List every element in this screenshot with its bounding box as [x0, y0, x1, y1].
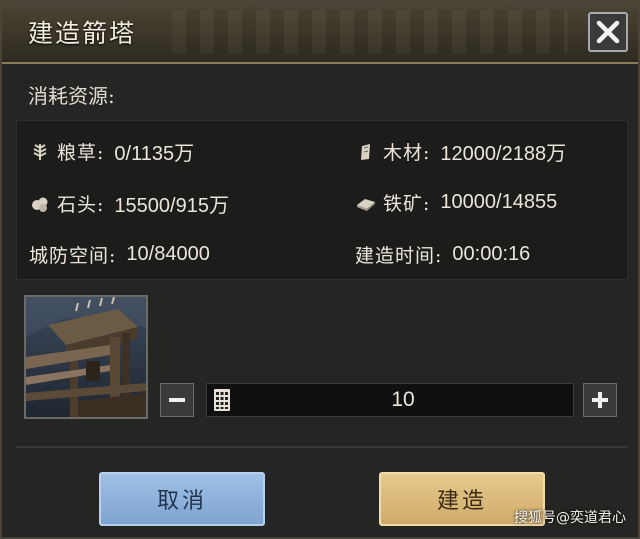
- cancel-button[interactable]: 取消: [99, 472, 265, 526]
- decrease-button[interactable]: [160, 383, 194, 417]
- resource-value: 15500/915万: [114, 195, 229, 217]
- watermark: 搜狐号@奕道君心: [514, 510, 626, 526]
- plus-icon: [592, 392, 608, 408]
- close-button[interactable]: [588, 12, 628, 52]
- quantity-input[interactable]: 10: [206, 383, 574, 417]
- close-icon: [596, 20, 620, 44]
- increase-button[interactable]: [583, 383, 617, 417]
- title-bar: 建造箭塔: [2, 2, 638, 64]
- build-arrow-tower-dialog: 建造箭塔 消耗资源: 粮草: 0/1135万 木材: 12000/2188万 石…: [0, 0, 640, 539]
- stone-icon: [29, 193, 51, 215]
- build-time-value: 00:00:16: [452, 243, 531, 265]
- resource-stone: 石头: 15500/915万: [29, 189, 229, 218]
- resource-label: 铁矿:: [383, 193, 431, 215]
- resource-label: 木材:: [383, 142, 431, 164]
- resource-iron: 铁矿: 10000/14855: [355, 189, 557, 216]
- resource-value: 10000/14855: [440, 191, 558, 213]
- wood-icon: [355, 141, 377, 163]
- resource-label: 石头:: [57, 194, 105, 216]
- build-time-label: 建造时间:: [355, 245, 443, 267]
- quantity-value: 10: [391, 388, 415, 411]
- resource-panel: 粮草: 0/1135万 木材: 12000/2188万 石头: 15500/91…: [16, 120, 628, 280]
- iron-icon: [355, 192, 377, 214]
- defense-space-value: 10/84000: [126, 243, 210, 265]
- divider: [16, 446, 628, 448]
- defense-space: 城防空间: 10/84000: [29, 241, 210, 268]
- defense-space-label: 城防空间:: [29, 245, 117, 267]
- calculator-icon: [214, 389, 230, 411]
- resource-value: 0/1135万: [114, 143, 195, 165]
- grain-icon: [29, 141, 51, 163]
- resource-label: 粮草:: [57, 142, 105, 164]
- arrow-tower-image: [24, 295, 148, 419]
- dialog-title: 建造箭塔: [28, 19, 137, 48]
- minus-icon: [169, 398, 185, 402]
- build-time: 建造时间: 00:00:16: [355, 241, 530, 268]
- resource-value: 12000/2188万: [440, 143, 567, 165]
- resource-grain: 粮草: 0/1135万: [29, 137, 194, 166]
- resource-wood: 木材: 12000/2188万: [355, 137, 566, 166]
- consume-resources-label: 消耗资源:: [28, 84, 115, 108]
